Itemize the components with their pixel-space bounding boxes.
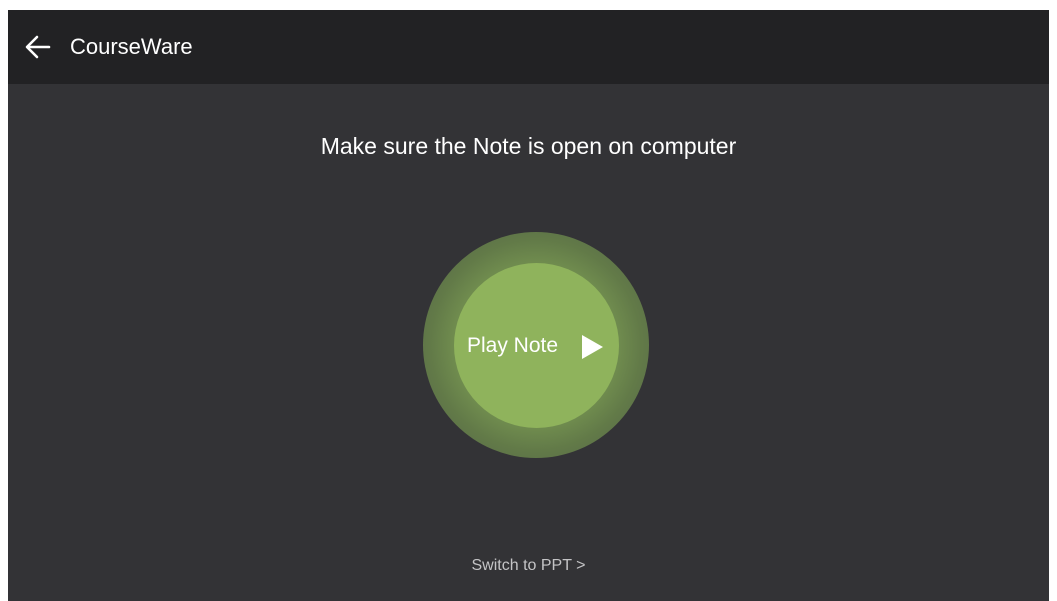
- switch-to-ppt-link[interactable]: Switch to PPT >: [8, 556, 1049, 576]
- instruction-text: Make sure the Note is open on computer: [320, 133, 737, 159]
- play-triangle-icon: [579, 334, 605, 360]
- app-window: CourseWare Make sure the Note is open on…: [8, 10, 1049, 601]
- play-note-button[interactable]: Play Note: [454, 263, 619, 428]
- play-note-label: Play Note: [467, 334, 559, 357]
- header-bar: CourseWare: [8, 10, 1049, 84]
- top-strip: [0, 0, 1057, 10]
- page-title: CourseWare: [70, 34, 193, 59]
- back-button[interactable]: [22, 31, 54, 63]
- arrow-left-icon: [25, 35, 51, 59]
